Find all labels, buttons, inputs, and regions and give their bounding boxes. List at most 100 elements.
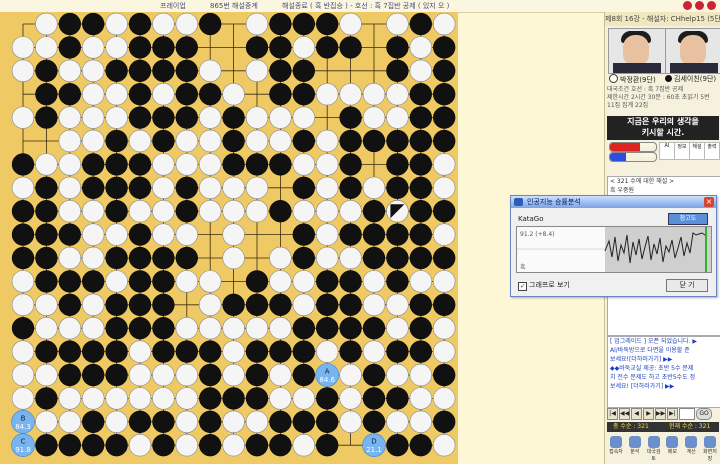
ai-button[interactable]: AI [659, 142, 675, 160]
black-stone [339, 340, 362, 363]
black-stone [409, 434, 432, 457]
white-stone [58, 246, 82, 270]
white-stone [35, 153, 58, 176]
users-tool[interactable]: 접속자 [607, 436, 625, 462]
white-stone [105, 36, 128, 59]
black-stone [339, 36, 362, 59]
first-move-button[interactable]: |◀ [607, 408, 618, 420]
black-stone [105, 176, 128, 199]
black-stone [35, 83, 58, 106]
black-stone [128, 106, 152, 129]
graph-value-label: 91.2 (+8.4) [520, 231, 555, 238]
black-stone [35, 200, 58, 223]
last-move-button[interactable]: ▶| [667, 408, 678, 420]
black-player-photo [608, 28, 666, 74]
window-icons[interactable] [683, 1, 716, 10]
white-stone [152, 153, 175, 176]
dialog-title-bar[interactable]: 인공지능 승률분석 × [511, 196, 716, 208]
black-stone [386, 270, 409, 293]
go-board[interactable]: A 84.6 B 84.3 C 91.8 D 21.1 [0, 12, 458, 464]
white-stone [386, 363, 409, 387]
white-stone [316, 340, 339, 363]
go-board-canvas[interactable]: A84.6 B84.3 C91.8 D21.1 [0, 12, 458, 464]
close-icon[interactable] [707, 1, 716, 10]
minimize-icon[interactable] [695, 1, 704, 10]
forward-10-button[interactable]: ▶▶ [655, 408, 666, 420]
black-stone [152, 293, 175, 316]
go-button[interactable]: GO [696, 408, 712, 420]
move-number-input[interactable] [679, 408, 695, 420]
white-stone [81, 246, 105, 270]
black-stone [386, 434, 409, 457]
black-stone [128, 153, 152, 176]
memo-tool[interactable]: 메모 [663, 436, 681, 462]
white-stone [81, 106, 105, 129]
black-stone [58, 434, 81, 457]
forward-button[interactable]: ▶ [643, 408, 654, 420]
white-stone [316, 246, 339, 270]
black-stone [82, 410, 105, 433]
black-stone [35, 106, 58, 129]
white-stone [386, 12, 409, 36]
reference-button[interactable]: 참고도 [668, 213, 708, 225]
black-stone [269, 83, 292, 106]
white-stone [316, 129, 339, 153]
white-stone [292, 200, 315, 223]
white-stone [409, 387, 432, 410]
close-button[interactable]: 닫 기 [666, 279, 708, 292]
checkbox-box[interactable]: ✓ [518, 282, 527, 291]
graph-checkbox[interactable]: ✓ 그래프로 보기 [518, 280, 570, 291]
info-button[interactable]: 정보 [674, 142, 690, 160]
winrate-graph[interactable]: 91.2 (+8.4) 흑 [516, 226, 712, 273]
black-stone [316, 270, 339, 293]
white-stone [433, 270, 456, 293]
white-stone [11, 36, 35, 59]
black-stone [316, 434, 339, 457]
black-stone [105, 246, 128, 270]
black-stone [245, 434, 269, 457]
black-stone [316, 387, 339, 410]
white-player-name: 김세이친(9단) [665, 74, 716, 84]
white-stone [175, 153, 199, 176]
black-stone [386, 153, 409, 176]
count-tool[interactable]: 계산 [682, 436, 700, 462]
print-button[interactable]: 출력 [704, 142, 720, 160]
dialog-close-button[interactable]: × [704, 197, 714, 207]
white-stone [362, 106, 386, 129]
help-icon[interactable] [683, 1, 692, 10]
white-stone [222, 82, 245, 106]
white-stone [175, 12, 199, 36]
black-stone [128, 246, 152, 270]
white-stone [81, 293, 105, 316]
white-stone [222, 246, 245, 270]
white-stone [128, 340, 152, 363]
black-stone [339, 270, 362, 293]
white-stone [433, 153, 456, 176]
black-stone [339, 129, 362, 153]
white-stone [152, 82, 175, 106]
black-stone [58, 340, 81, 363]
notice-box[interactable]: [ 업그레이드 ] 오픈 되었습니다. ▶ Al/바둑방으로 다면을 이용할 준… [607, 336, 720, 408]
black-stone [175, 83, 198, 106]
black-stone [433, 83, 456, 106]
commentary-button[interactable]: 해설 [689, 142, 705, 160]
white-stone [292, 434, 315, 457]
white-stone [245, 129, 269, 153]
black-stone [409, 340, 432, 363]
white-stone [35, 293, 58, 316]
screenshot-tool[interactable]: 화면저장 [701, 436, 719, 462]
black-stone [105, 200, 128, 223]
slogan-banner[interactable]: 지금은 우리의 생각을 키시할 시간. [607, 116, 719, 140]
analysis-tool[interactable]: 분석 [626, 436, 644, 462]
back-10-button[interactable]: ◀◀ [619, 408, 630, 420]
black-stone [128, 270, 152, 293]
back-button[interactable]: ◀ [631, 408, 642, 420]
black-stone [245, 36, 269, 59]
black-stone [128, 12, 152, 36]
black-stone [82, 340, 105, 363]
black-stone [245, 387, 269, 410]
review-tool[interactable]: 대국검토 [645, 436, 663, 462]
black-stone [35, 223, 58, 246]
white-stone [11, 106, 35, 129]
white-stone [386, 82, 409, 106]
